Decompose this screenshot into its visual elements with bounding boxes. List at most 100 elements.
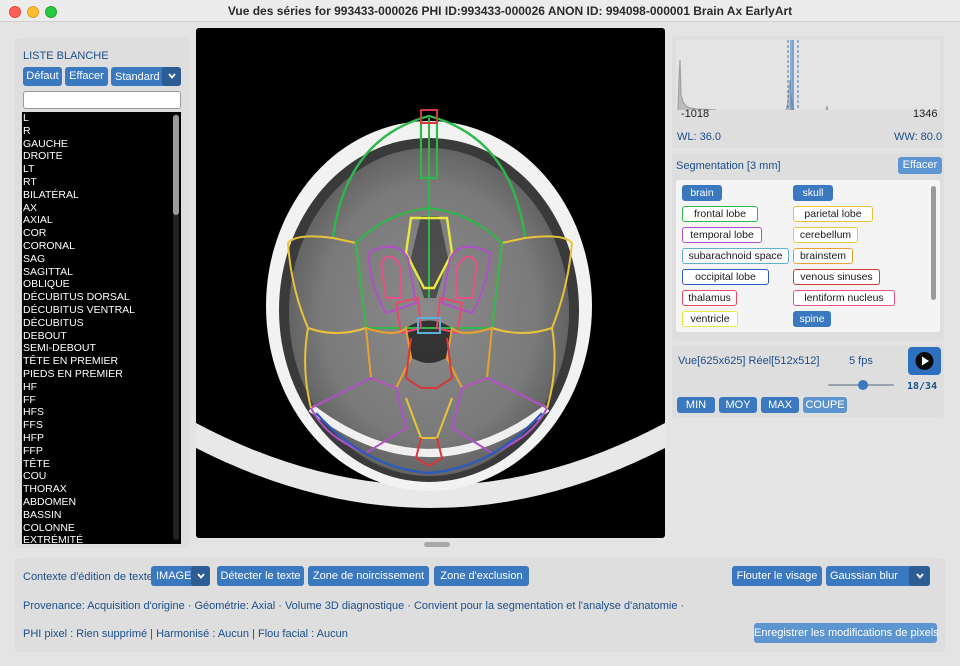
whitelist-item[interactable]: TÊTE bbox=[22, 458, 181, 471]
frame-slider[interactable] bbox=[828, 380, 894, 390]
whitelist-item[interactable]: COLONNE bbox=[22, 522, 181, 535]
histogram-chart[interactable] bbox=[676, 40, 940, 110]
whitelist-item[interactable]: DÉCUBITUS DORSAL bbox=[22, 291, 181, 304]
whitelist-item[interactable]: SAG bbox=[22, 253, 181, 266]
whitelist-item[interactable]: SAGITTAL bbox=[22, 266, 181, 279]
chevron-down-icon bbox=[191, 566, 210, 586]
whitelist-item[interactable]: BILATÉRAL bbox=[22, 189, 181, 202]
exclusion-zone-button[interactable]: Zone d'exclusion bbox=[434, 566, 529, 586]
whitelist-item[interactable]: DÉCUBITUS VENTRAL bbox=[22, 304, 181, 317]
viewport-resize-handle[interactable] bbox=[424, 542, 450, 547]
whitelist-preset-select[interactable]: Standard bbox=[111, 67, 181, 86]
whitelist-item[interactable]: HFP bbox=[22, 432, 181, 445]
segmentation-tag[interactable]: parietal lobe bbox=[793, 206, 873, 222]
segmentation-tag[interactable]: temporal lobe bbox=[682, 227, 762, 243]
close-window-button[interactable] bbox=[9, 6, 21, 18]
projection-mean-button[interactable]: MOY bbox=[719, 397, 757, 413]
zoom-window-button[interactable] bbox=[45, 6, 57, 18]
whitelist-item[interactable]: LT bbox=[22, 163, 181, 176]
whitelist-item[interactable]: HFS bbox=[22, 406, 181, 419]
minimize-window-button[interactable] bbox=[27, 6, 39, 18]
whitelist-preset-value: Standard bbox=[115, 71, 160, 83]
play-button[interactable] bbox=[908, 347, 941, 375]
phi-status-text: PHI pixel : Rien supprimé | Harmonisé : … bbox=[23, 628, 348, 640]
whitelist-item[interactable]: CORONAL bbox=[22, 240, 181, 253]
whitelist-item[interactable]: EXTRÉMITÉ bbox=[22, 534, 181, 544]
save-pixel-changes-button[interactable]: Enregistrer les modifications de pixels bbox=[754, 623, 939, 643]
whitelist-item[interactable]: DROITE bbox=[22, 150, 181, 163]
whitelist-item[interactable]: SEMI-DEBOUT bbox=[22, 342, 181, 355]
chevron-down-icon bbox=[909, 566, 930, 586]
whitelist-item[interactable]: R bbox=[22, 125, 181, 138]
projection-max-button[interactable]: MAX bbox=[761, 397, 799, 413]
chevron-down-icon bbox=[162, 67, 181, 86]
segmentation-tag[interactable]: frontal lobe bbox=[682, 206, 758, 222]
segmentation-tag[interactable]: cerebellum bbox=[793, 227, 858, 243]
whitelist-default-button[interactable]: Défaut bbox=[23, 67, 62, 86]
window-title: Vue des séries for 993433-000026 PHI ID:… bbox=[227, 4, 793, 18]
whitelist-item[interactable]: RT bbox=[22, 176, 181, 189]
blackout-zone-button[interactable]: Zone de noircissement bbox=[308, 566, 429, 586]
segmentation-clear-button[interactable]: Effacer bbox=[898, 157, 942, 174]
whitelist-item[interactable]: TÊTE EN PREMIER bbox=[22, 355, 181, 368]
blur-type-select[interactable]: Gaussian blur bbox=[826, 566, 930, 586]
fps-label: 5 fps bbox=[849, 355, 873, 367]
segmentation-tag[interactable]: ventricle bbox=[682, 311, 738, 327]
blur-type-value: Gaussian blur bbox=[830, 570, 898, 582]
segmentation-scroll-thumb[interactable] bbox=[931, 186, 936, 300]
whitelist-item[interactable]: FF bbox=[22, 394, 181, 407]
whitelist-item[interactable]: FFS bbox=[22, 419, 181, 432]
whitelist-item[interactable]: AX bbox=[22, 202, 181, 215]
detect-text-button[interactable]: Détecter le texte bbox=[217, 566, 304, 586]
text-edit-context-value: IMAGE bbox=[156, 570, 192, 582]
whitelist-items: L R GAUCHE DROITE LT RT BILATÉRAL AX AXIAL COR COR… bbox=[22, 112, 181, 544]
whitelist-item[interactable]: DEBOUT bbox=[22, 330, 181, 343]
segmentation-label-list: brain skull frontal lobe parietal lobe tempo… bbox=[676, 180, 940, 332]
text-edit-context-label: Contexte d'édition de texte: bbox=[23, 571, 156, 583]
frame-slider-thumb[interactable] bbox=[857, 380, 868, 390]
whitelist-item[interactable]: PIEDS EN PREMIER bbox=[22, 368, 181, 381]
whitelist-item[interactable]: L bbox=[22, 112, 181, 125]
whitelist-item[interactable]: BASSIN bbox=[22, 509, 181, 522]
projection-min-button[interactable]: MIN bbox=[677, 397, 715, 413]
whitelist-item[interactable]: HF bbox=[22, 381, 181, 394]
segmentation-tag[interactable]: spine bbox=[793, 311, 831, 327]
whitelist-item[interactable]: THORAX bbox=[22, 483, 181, 496]
segmentation-tag[interactable]: brain bbox=[682, 185, 722, 201]
whitelist-item[interactable]: COR bbox=[22, 227, 181, 240]
whitelist-list[interactable]: L R GAUCHE DROITE LT RT BILATÉRAL AX AXIAL COR COR… bbox=[22, 112, 181, 544]
whitelist-scroll-thumb[interactable] bbox=[173, 115, 179, 215]
title-bar: Vue des séries for 993433-000026 PHI ID:… bbox=[0, 0, 960, 22]
histogram-min-label: -1018 bbox=[681, 108, 710, 120]
blur-face-button[interactable]: Flouter le visage bbox=[732, 566, 822, 586]
whitelist-clear-button[interactable]: Effacer bbox=[65, 67, 108, 86]
whitelist-item[interactable]: AXIAL bbox=[22, 214, 181, 227]
segmentation-tag[interactable]: thalamus bbox=[682, 290, 737, 306]
play-icon bbox=[915, 352, 934, 370]
segmentation-tag[interactable]: occipital lobe bbox=[682, 269, 769, 285]
text-edit-context-select[interactable]: IMAGE bbox=[151, 566, 210, 586]
whitelist-item[interactable]: DÉCUBITUS bbox=[22, 317, 181, 330]
whitelist-item[interactable]: ABDOMEN bbox=[22, 496, 181, 509]
whitelist-title: LISTE BLANCHE bbox=[23, 50, 109, 62]
frame-counter: 18/34 bbox=[907, 381, 938, 392]
window-width-label: WW: 80.0 bbox=[894, 131, 943, 143]
whitelist-item[interactable]: OBLIQUE bbox=[22, 278, 181, 291]
ct-brain-image bbox=[196, 109, 665, 508]
whitelist-search-input[interactable] bbox=[23, 91, 181, 109]
segmentation-title: Segmentation [3 mm] bbox=[676, 160, 781, 172]
whitelist-item[interactable]: COU bbox=[22, 470, 181, 483]
view-size-label: Vue[625x625] Réel[512x512] bbox=[678, 355, 820, 367]
segmentation-tag[interactable]: brainstem bbox=[793, 248, 853, 264]
window-level-label: WL: 36.0 bbox=[677, 131, 722, 143]
whitelist-item[interactable]: GAUCHE bbox=[22, 138, 181, 151]
histogram-max-label: 1346 bbox=[913, 108, 938, 120]
segmentation-tag[interactable]: venous sinuses bbox=[793, 269, 880, 285]
projection-slice-button[interactable]: COUPE bbox=[803, 397, 847, 413]
segmentation-tag[interactable]: subarachnoid space bbox=[682, 248, 789, 264]
provenance-text: Provenance: Acquisition d'origine · Géom… bbox=[23, 600, 685, 612]
image-viewport[interactable] bbox=[196, 28, 665, 538]
segmentation-tag[interactable]: lentiform nucleus bbox=[793, 290, 895, 306]
whitelist-item[interactable]: FFP bbox=[22, 445, 181, 458]
segmentation-tag[interactable]: skull bbox=[793, 185, 833, 201]
